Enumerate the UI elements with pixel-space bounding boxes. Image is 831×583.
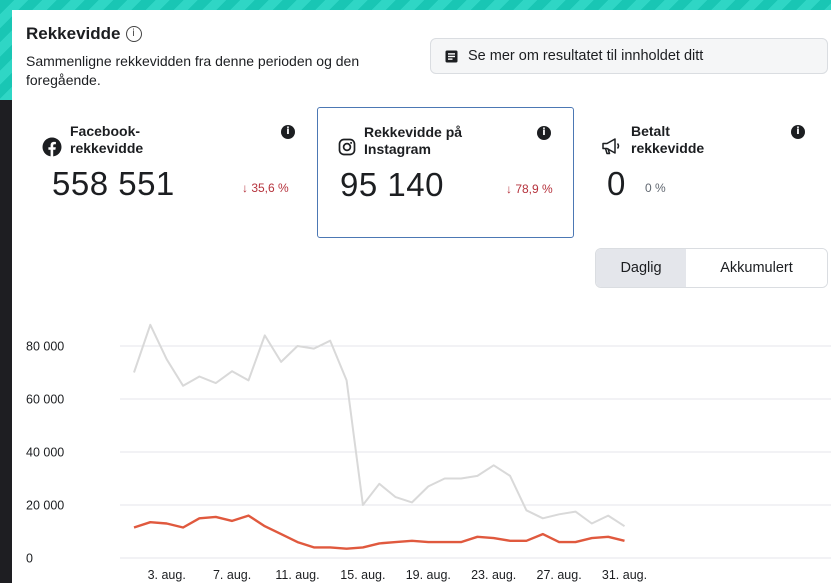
y-tick-label: 60 000 [26,393,64,407]
x-tick-label: 23. aug. [471,568,516,582]
y-tick-label: 0 [26,552,33,566]
reach-line-chart: 0 20 000 40 000 60 000 80 000 3. aug. 7. aug. 1… [26,323,831,582]
x-tick-label: 31. aug. [602,568,647,582]
y-tick-label: 40 000 [26,446,64,460]
x-tick-label: 27. aug. [537,568,582,582]
y-tick-label: 80 000 [26,340,64,354]
previous-period-line [133,323,626,528]
x-tick-label: 7. aug. [213,568,251,582]
x-tick-label: 15. aug. [340,568,385,582]
x-tick-label: 3. aug. [148,568,186,582]
x-tick-label: 11. aug. [275,568,319,582]
current-period-line [133,514,625,550]
y-tick-label: 20 000 [26,499,64,513]
x-tick-label: 19. aug. [406,568,451,582]
